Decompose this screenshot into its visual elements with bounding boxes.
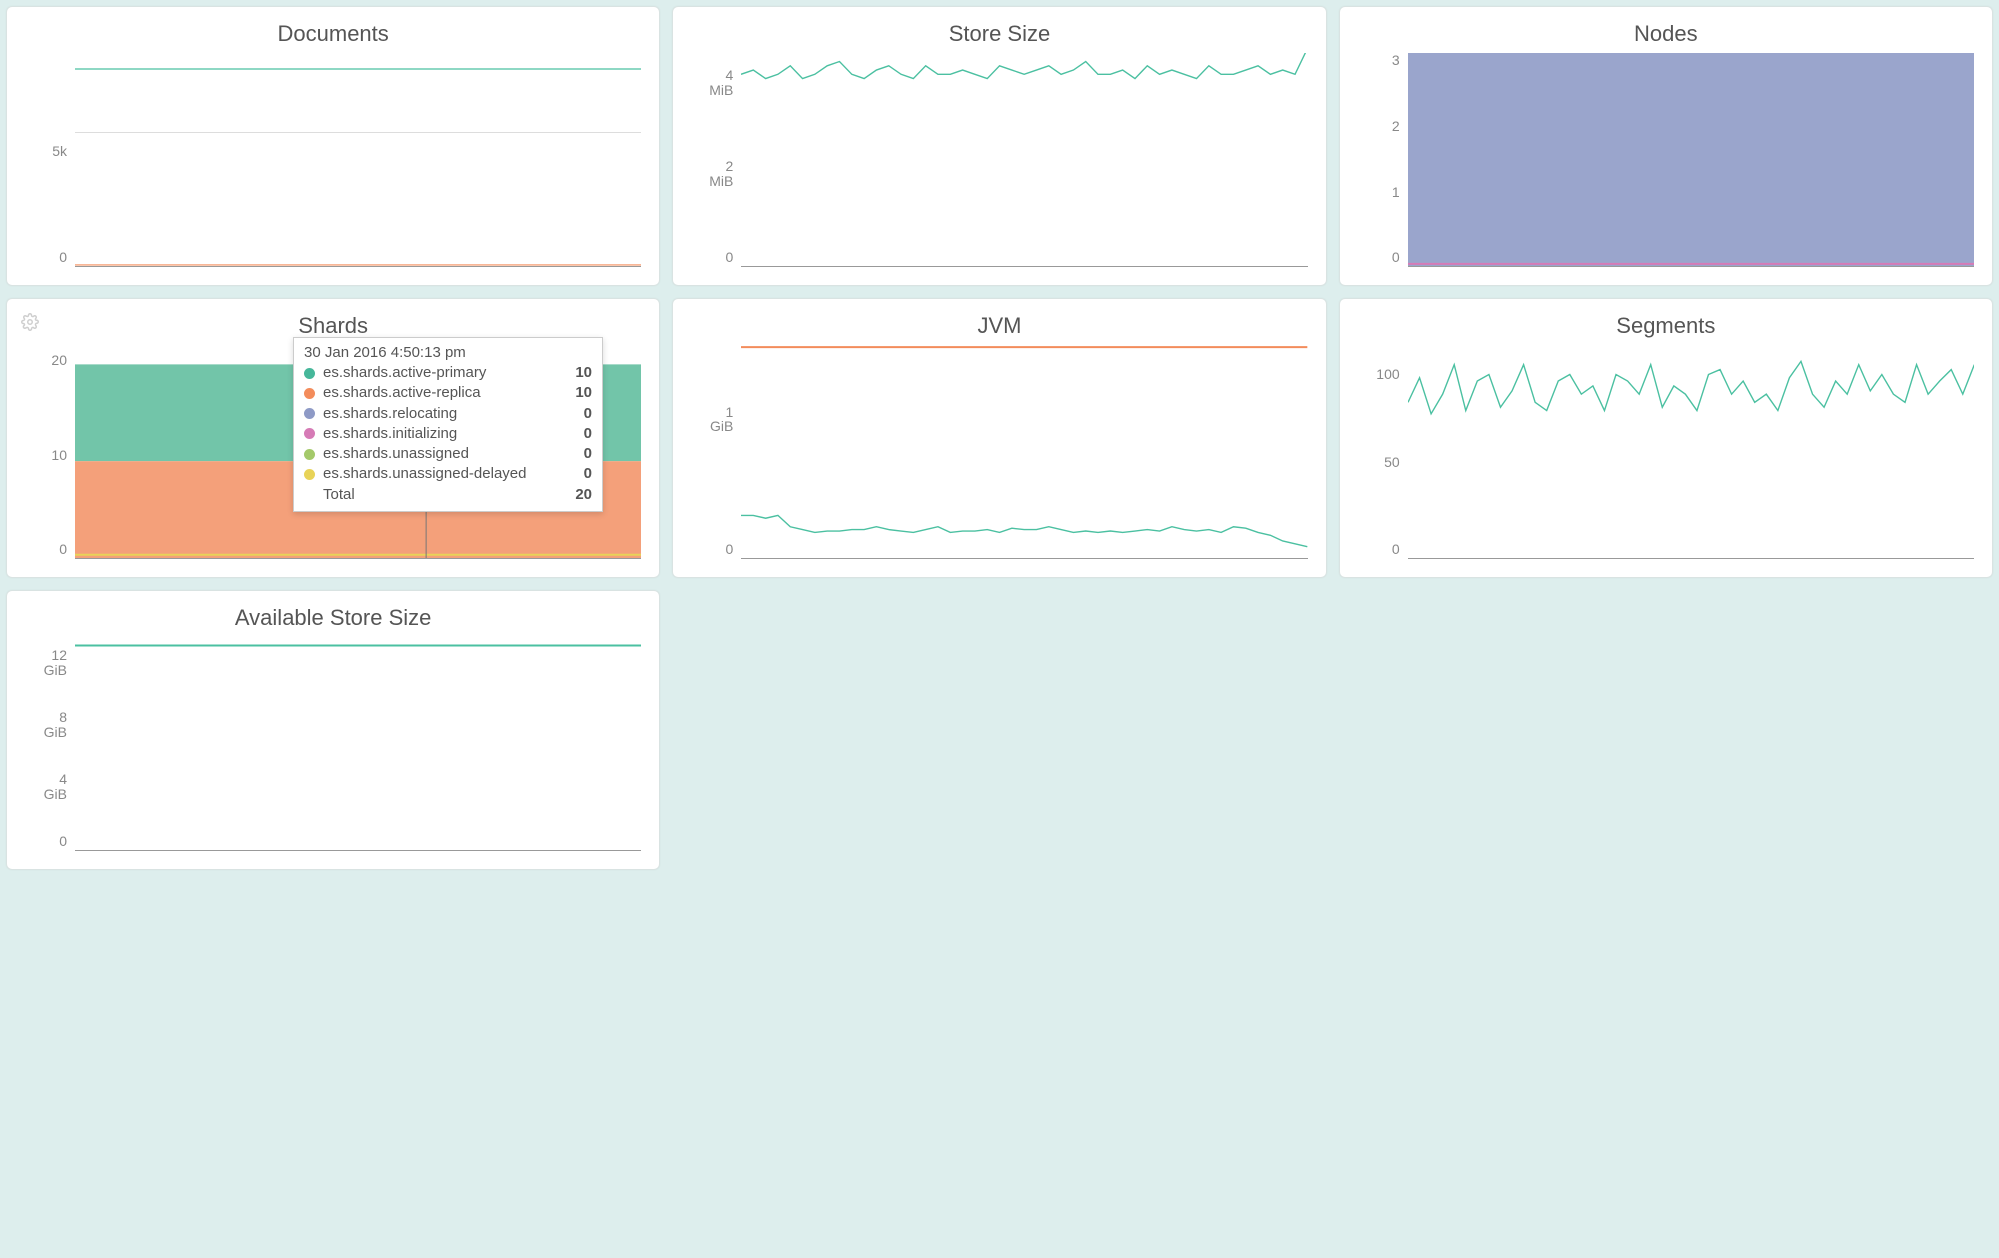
plot-area[interactable] (1408, 345, 1974, 559)
tooltip-timestamp: 30 Jan 2016 4:50:13 pm (304, 344, 592, 361)
panel-title: Shards (25, 313, 641, 339)
plot-area[interactable] (75, 53, 641, 267)
panel-documents[interactable]: Documents 5k 0 (6, 6, 660, 286)
panel-title: JVM (691, 313, 1307, 339)
panel-jvm[interactable]: JVM 1 GiB 0 (672, 298, 1326, 578)
panel-title: Documents (25, 21, 641, 47)
plot-area[interactable] (741, 345, 1307, 559)
legend-dot (304, 449, 315, 460)
legend-dot (304, 428, 315, 439)
gear-icon[interactable] (21, 313, 39, 336)
panel-title: Segments (1358, 313, 1974, 339)
panel-shards[interactable]: Shards 20 10 0 30 Jan 2016 4:50 (6, 298, 660, 578)
y-axis: 3 2 1 0 (1358, 53, 1408, 267)
y-axis: 100 50 0 (1358, 345, 1408, 559)
legend-dot (304, 469, 315, 480)
chart-tooltip: 30 Jan 2016 4:50:13 pm es.shards.active-… (293, 337, 603, 512)
panel-segments[interactable]: Segments 100 50 0 (1339, 298, 1993, 578)
panel-nodes[interactable]: Nodes 3 2 1 0 (1339, 6, 1993, 286)
y-axis: 20 10 0 (25, 345, 75, 559)
plot-area[interactable] (1408, 53, 1974, 267)
panel-available-store[interactable]: Available Store Size 12 GiB 8 GiB 4 GiB … (6, 590, 660, 870)
panel-title: Available Store Size (25, 605, 641, 631)
y-axis: 12 GiB 8 GiB 4 GiB 0 (25, 637, 75, 851)
y-axis: 4 MiB 2 MiB 0 (691, 53, 741, 267)
y-axis: 5k 0 (25, 53, 75, 267)
y-axis: 1 GiB 0 (691, 345, 741, 559)
legend-dot (304, 368, 315, 379)
panel-title: Store Size (691, 21, 1307, 47)
legend-dot (304, 388, 315, 399)
panel-title: Nodes (1358, 21, 1974, 47)
panel-store-size[interactable]: Store Size 4 MiB 2 MiB 0 (672, 6, 1326, 286)
legend-dot (304, 408, 315, 419)
plot-area[interactable] (741, 53, 1307, 267)
plot-area[interactable] (75, 637, 641, 851)
